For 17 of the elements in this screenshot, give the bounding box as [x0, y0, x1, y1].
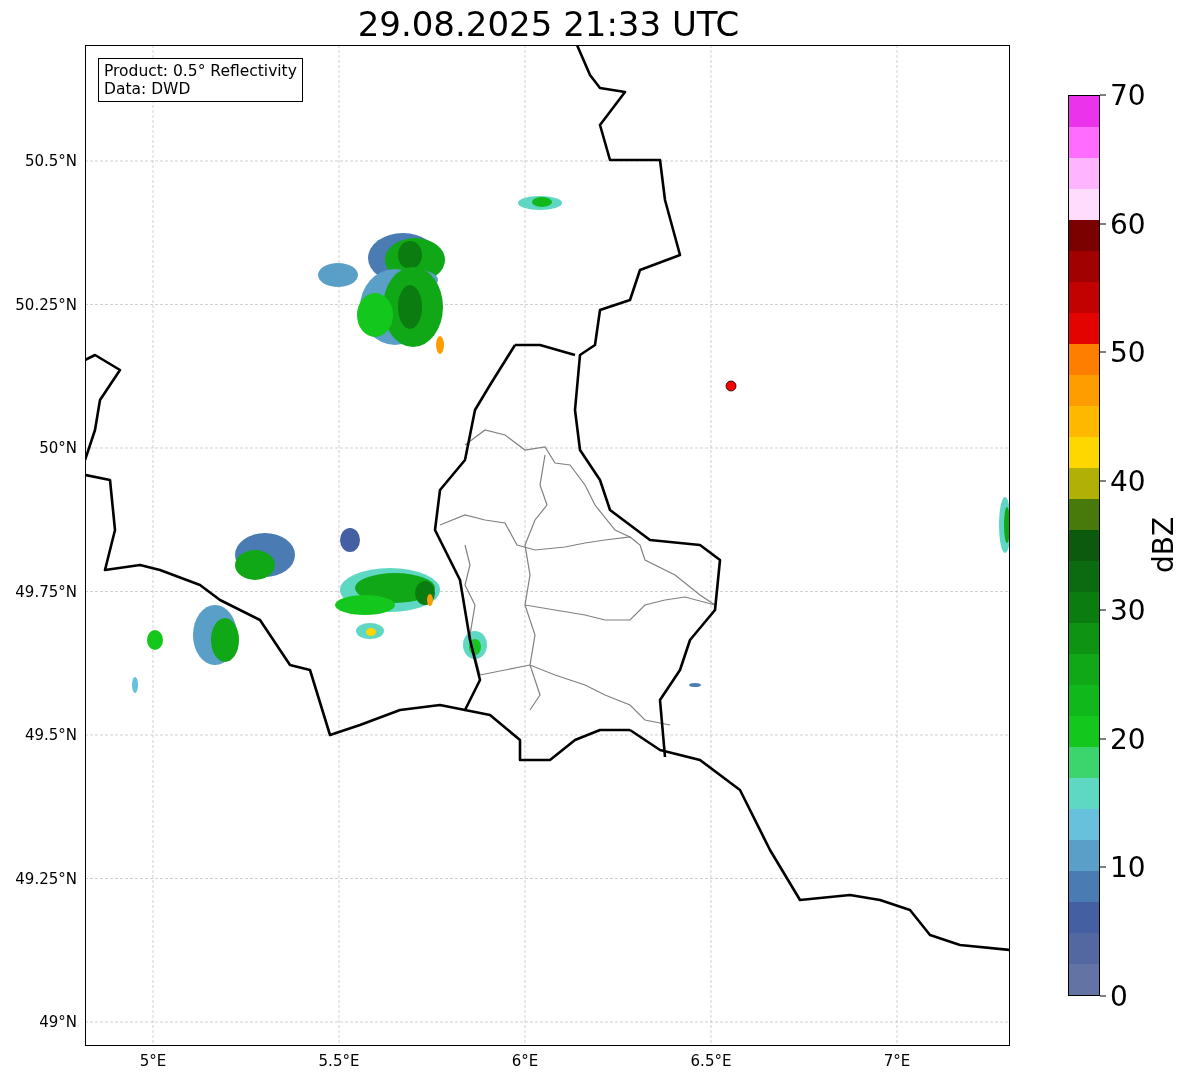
latitude-label: 49°N: [39, 1013, 77, 1031]
info-text: Product: 0.5° Reflectivity: [104, 62, 297, 80]
latitude-label: 50°N: [39, 439, 77, 457]
longitude-label: 6.5°E: [690, 1052, 732, 1070]
latitude-label: 50.5°N: [24, 152, 77, 170]
longitude-label: 5°E: [139, 1052, 167, 1070]
longitude-label: 6°E: [511, 1052, 539, 1070]
longitude-label: 5.5°E: [318, 1052, 360, 1070]
colorbar-label: dBZ: [1146, 516, 1180, 574]
latitude-label: 49.75°N: [15, 582, 77, 601]
longitude-label: 7°E: [883, 1052, 911, 1070]
latitude-label: 49.5°N: [24, 726, 77, 744]
latitude-label: 50.25°N: [15, 295, 77, 314]
chart-title: 29.08.2025 21:33 UTC: [356, 2, 741, 45]
location-marker-icon: [725, 380, 737, 392]
info-text: Data: DWD: [104, 80, 192, 98]
latitude-label: 49.25°N: [15, 869, 77, 888]
